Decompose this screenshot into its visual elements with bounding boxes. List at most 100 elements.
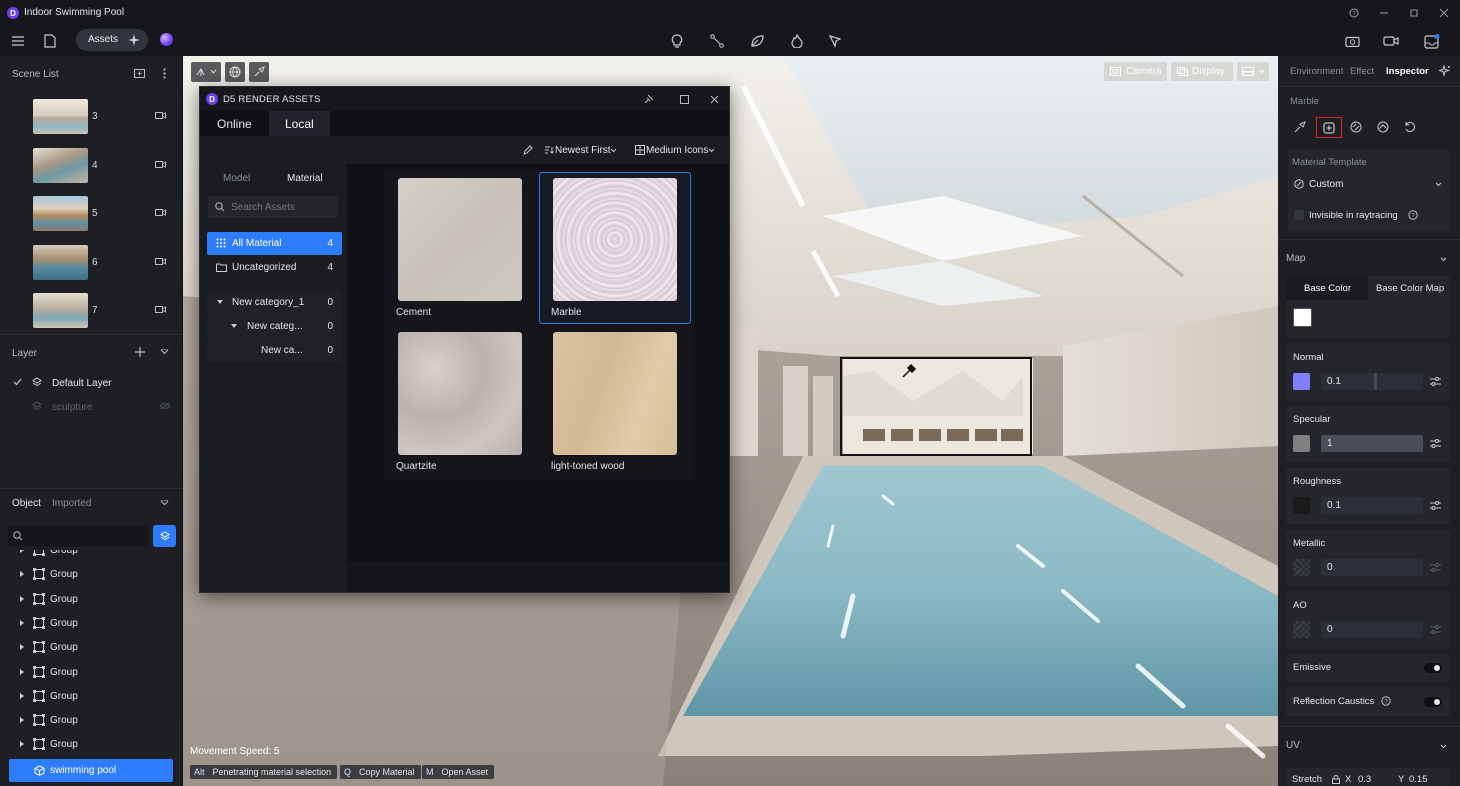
layer-item[interactable]: sculpture — [0, 395, 183, 419]
caustics-toggle[interactable] — [1424, 697, 1442, 707]
light-bulb-icon[interactable] — [668, 32, 686, 50]
more-options-icon[interactable] — [157, 66, 171, 80]
view-dropdown[interactable]: Medium Icons — [646, 145, 708, 156]
metallic-value[interactable]: 0 — [1321, 559, 1423, 576]
normal-value[interactable]: 0.1 — [1321, 373, 1423, 390]
specular-swatch[interactable] — [1293, 435, 1310, 452]
normal-swatch[interactable] — [1293, 373, 1310, 390]
caret-right-icon[interactable] — [20, 644, 24, 651]
object-tree-row[interactable]: Group — [0, 732, 183, 756]
category-new-1[interactable]: New category_1 0 — [207, 291, 342, 314]
caret-right-icon[interactable] — [20, 668, 24, 675]
category-new-3[interactable]: New ca... 0 — [207, 339, 342, 362]
grid-scrollbar[interactable] — [347, 562, 729, 592]
sub-tab-material[interactable]: Material — [287, 173, 323, 184]
normal-slider-handle[interactable] — [1374, 373, 1377, 390]
ao-value[interactable]: 0 — [1321, 621, 1423, 638]
ao-texture-swatch[interactable] — [1293, 621, 1310, 638]
info-icon[interactable]: ? — [1381, 696, 1391, 706]
close-icon[interactable] — [707, 92, 721, 106]
object-tree-row[interactable]: Group — [0, 587, 183, 611]
material-card[interactable]: Cement — [384, 172, 536, 324]
object-tree-row[interactable]: Group — [0, 611, 183, 635]
menu-icon[interactable] — [10, 33, 26, 49]
layer-item[interactable]: Default Layer — [0, 371, 183, 395]
caret-right-icon[interactable] — [20, 595, 24, 602]
material-card-selected[interactable]: Marble — [539, 172, 691, 324]
fire-icon[interactable] — [788, 32, 806, 50]
object-tree-row[interactable]: Group — [0, 708, 183, 732]
adjust-icon[interactable] — [1430, 439, 1441, 448]
help-icon[interactable]: ? — [1347, 6, 1361, 20]
sparkle-icon[interactable] — [127, 33, 141, 47]
minimize-button[interactable] — [1377, 6, 1391, 20]
stretch-x-value[interactable]: 0.3 — [1358, 774, 1371, 785]
caret-right-icon[interactable] — [20, 550, 24, 553]
camera-icon[interactable] — [155, 258, 166, 265]
object-tree-row[interactable]: Group — [0, 550, 183, 562]
render-output-icon[interactable] — [1422, 31, 1442, 51]
object-tree-row[interactable]: Group — [0, 684, 183, 708]
scene-item[interactable]: 6 — [0, 240, 183, 288]
leaf-icon[interactable] — [748, 32, 766, 50]
caret-right-icon[interactable] — [20, 571, 24, 578]
info-icon[interactable]: ? — [1408, 210, 1418, 220]
camera-icon[interactable] — [155, 306, 166, 313]
brush-select-icon[interactable] — [249, 62, 269, 82]
maximize-icon[interactable] — [677, 92, 691, 106]
tab-base-color[interactable]: Base Color — [1286, 276, 1368, 300]
reset-icon[interactable] — [1402, 119, 1418, 135]
pick-material-icon[interactable] — [1292, 119, 1308, 135]
base-color-swatch[interactable] — [1293, 308, 1312, 327]
specular-value[interactable]: 1 — [1321, 435, 1423, 452]
tab-inspector[interactable]: Inspector — [1386, 66, 1429, 77]
caret-right-icon[interactable] — [20, 717, 24, 724]
scene-item[interactable]: 7 — [0, 288, 183, 336]
scene-item[interactable]: 3 — [0, 94, 183, 142]
material-card[interactable]: light-toned wood — [539, 326, 691, 478]
add-to-library-icon[interactable] — [1316, 117, 1342, 138]
display-button[interactable]: Display — [1171, 62, 1233, 81]
tab-object[interactable]: Object — [12, 498, 41, 509]
close-button[interactable] — [1437, 6, 1451, 20]
file-icon[interactable] — [41, 32, 59, 50]
hidden-eye-icon[interactable] — [159, 402, 171, 410]
add-layer-icon[interactable] — [133, 345, 147, 359]
adjust-icon[interactable] — [1430, 377, 1441, 386]
edit-pencil-icon[interactable] — [523, 145, 533, 155]
tab-imported[interactable]: Imported — [52, 498, 91, 509]
caret-right-icon[interactable] — [20, 741, 24, 748]
sub-tab-model[interactable]: Model — [223, 173, 250, 184]
tab-base-color-map[interactable]: Base Color Map — [1376, 283, 1444, 294]
camera-icon[interactable] — [155, 112, 166, 119]
adjust-icon[interactable] — [1430, 563, 1441, 572]
globe-icon[interactable] — [225, 62, 245, 82]
restore-button[interactable] — [1407, 6, 1421, 20]
object-search-input[interactable] — [28, 528, 143, 544]
template-dropdown[interactable]: Custom — [1288, 173, 1450, 195]
camera-icon[interactable] — [155, 161, 166, 168]
ai-orb-icon[interactable] — [160, 33, 173, 46]
category-uncategorized[interactable]: Uncategorized 4 — [207, 256, 342, 279]
transform-tool-button[interactable] — [191, 62, 221, 82]
adjust-icon[interactable] — [1430, 501, 1441, 510]
view-mode-dropdown[interactable] — [1237, 62, 1269, 81]
tab-online[interactable]: Online — [217, 117, 252, 131]
layers-filter-button[interactable] — [153, 525, 176, 547]
object-tree-row[interactable]: Group — [0, 660, 183, 684]
map-collapse-icon[interactable] — [1440, 257, 1447, 262]
adjust-icon[interactable] — [1430, 625, 1441, 634]
scene-item[interactable]: 4 — [0, 143, 183, 191]
path-tool-icon[interactable] — [708, 32, 726, 50]
lock-icon[interactable] — [1332, 775, 1340, 784]
roughness-value[interactable]: 0.1 — [1321, 497, 1423, 514]
caret-right-icon[interactable] — [20, 619, 24, 626]
material-sphere-icon[interactable] — [1348, 119, 1364, 135]
material-card[interactable]: Quartzite — [384, 326, 536, 478]
sort-dropdown[interactable]: Newest First — [555, 145, 611, 156]
video-icon[interactable] — [1382, 32, 1400, 50]
pin-icon[interactable] — [642, 92, 656, 106]
caret-right-icon[interactable] — [20, 692, 24, 699]
uv-collapse-icon[interactable] — [1440, 744, 1447, 749]
layer-collapse-icon[interactable] — [157, 345, 171, 359]
